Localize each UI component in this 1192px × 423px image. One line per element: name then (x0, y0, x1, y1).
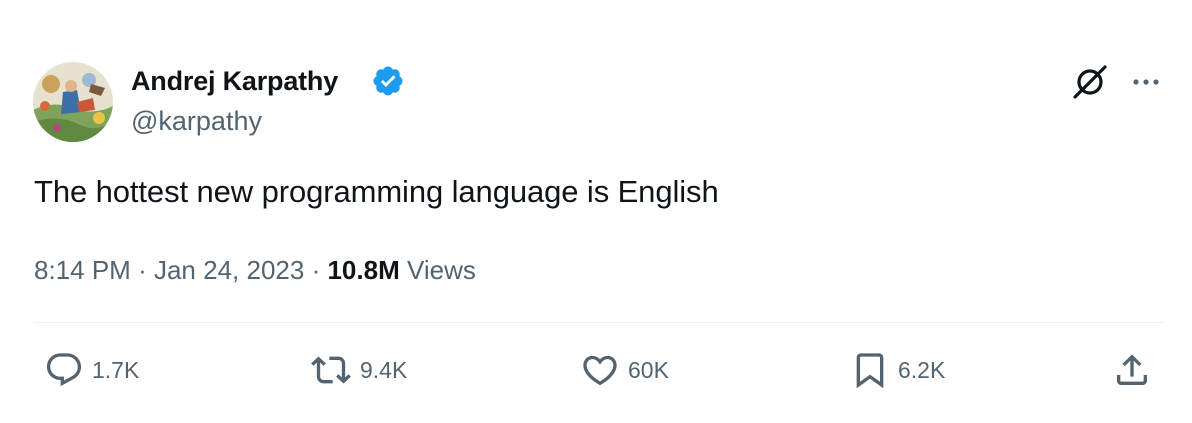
bookmark-icon (850, 350, 890, 390)
retweet-button[interactable]: 9.4K (310, 350, 407, 390)
views-label: Views (406, 255, 476, 285)
verified-badge-icon[interactable] (371, 64, 405, 98)
meta-separator: · (138, 255, 147, 285)
grok-icon[interactable] (1070, 64, 1110, 100)
divider (34, 322, 1165, 323)
heart-icon (580, 350, 620, 390)
tweet-date[interactable]: Jan 24, 2023 (154, 255, 304, 285)
tweet-time[interactable]: 8:14 PM (34, 255, 131, 285)
bookmark-count: 6.2K (898, 356, 946, 383)
like-button[interactable]: 60K (580, 350, 669, 390)
reply-icon (44, 350, 84, 390)
avatar[interactable] (33, 62, 113, 142)
reply-count: 1.7K (92, 356, 140, 383)
retweet-icon (310, 350, 352, 390)
tweet-meta: 8:14 PM · Jan 24, 2023 · 10.8M Views (34, 255, 476, 286)
author-name[interactable]: Andrej Karpathy (131, 66, 338, 97)
author-handle[interactable]: @karpathy (131, 106, 262, 137)
bookmark-button[interactable]: 6.2K (850, 350, 945, 390)
reply-button[interactable]: 1.7K (44, 350, 139, 390)
share-button[interactable] (1112, 350, 1152, 390)
share-icon (1112, 350, 1152, 390)
like-count: 60K (628, 356, 669, 383)
views-count: 10.8M (327, 255, 400, 285)
tweet-text: The hottest new programming language is … (34, 174, 719, 209)
tweet-card: Andrej Karpathy @karpathy The hottest ne… (0, 0, 1192, 423)
more-icon[interactable] (1127, 66, 1165, 98)
meta-separator: · (311, 255, 321, 285)
retweet-count: 9.4K (360, 356, 408, 383)
